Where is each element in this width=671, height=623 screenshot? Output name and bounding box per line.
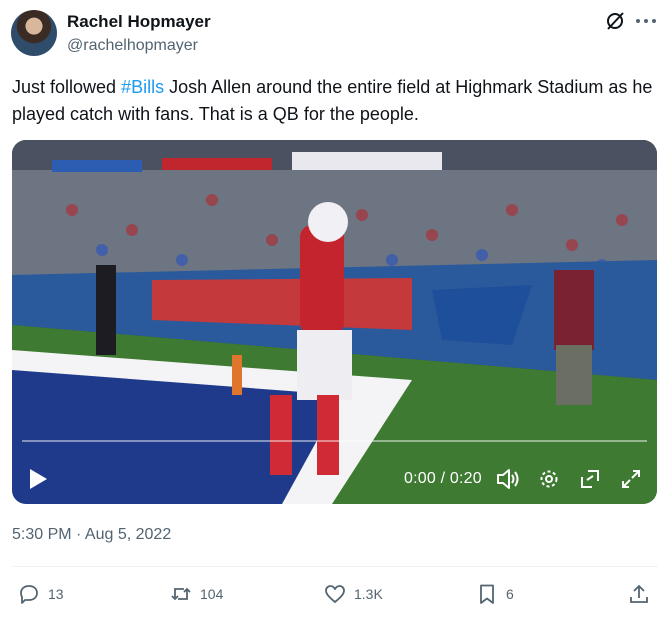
like-button[interactable]: 1.3K [324,582,383,606]
hashtag-link[interactable]: #Bills [121,77,164,97]
bookmark-button[interactable]: 6 [476,582,514,606]
reply-button[interactable]: 13 [18,582,64,606]
grok-icon[interactable] [604,10,626,32]
reply-count: 13 [48,586,64,602]
tweet-text: Just followed #Bills Josh Allen around t… [12,74,658,128]
video-progress-bar[interactable] [22,440,647,442]
retweet-button[interactable]: 104 [170,582,223,606]
more-icon[interactable] [633,12,659,30]
bookmark-icon [480,584,494,604]
share-icon [630,584,648,603]
bookmark-count: 6 [506,586,514,602]
play-icon[interactable] [28,468,48,490]
picture-in-picture-icon[interactable] [579,468,601,490]
author-name[interactable]: Rachel Hopmayer [67,12,211,32]
heart-icon [325,585,345,603]
share-button[interactable] [628,582,650,606]
reply-icon [20,585,38,604]
author-handle[interactable]: @rachelhopmayer [67,37,198,55]
video-frame [12,140,657,504]
tweet-timestamp[interactable]: 5:30 PM · Aug 5, 2022 [12,526,171,544]
divider [12,566,658,567]
retweet-icon [171,587,191,601]
gear-icon[interactable] [538,468,560,490]
video-player[interactable]: 0:00 / 0:20 [12,140,657,504]
like-count: 1.3K [354,586,383,602]
retweet-count: 104 [200,586,224,602]
tweet-text-start: Just followed [12,77,122,97]
video-time: 0:00 / 0:20 [404,470,482,487]
fullscreen-icon[interactable] [620,468,642,490]
avatar[interactable] [11,10,57,56]
volume-icon[interactable] [496,468,520,490]
